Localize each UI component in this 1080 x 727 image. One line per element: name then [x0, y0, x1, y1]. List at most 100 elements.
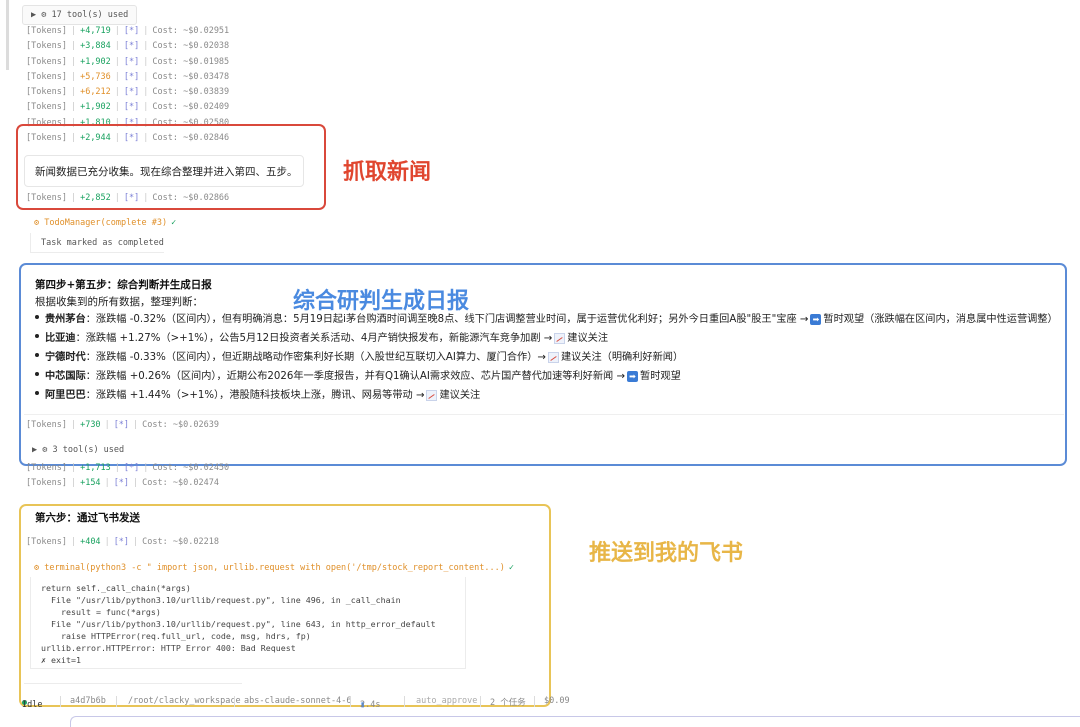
- token-usage-row: [Tokens] | +4,719 | [*] | Cost: ~$0.02951: [26, 26, 229, 37]
- token-cost: Cost: ~$0.02474: [142, 478, 219, 488]
- token-delta: +730: [80, 420, 101, 430]
- status-label: Idle: [22, 700, 43, 710]
- gear-icon: ⚙: [34, 218, 40, 228]
- divider: [480, 696, 481, 707]
- annotation-feishu: 推送到我的飞书: [589, 541, 744, 566]
- separator: |: [104, 478, 110, 488]
- analysis-list: 贵州茅台：涨跌幅 -0.32%（区间内），但有明确消息：5月19日起i茅台购酒时…: [35, 313, 1058, 408]
- chart-up-icon: [554, 332, 566, 344]
- token-star: [*]: [123, 463, 140, 473]
- terminal-line: ✗ exit=1: [41, 655, 81, 665]
- terminal-output: return self._call_chain(*args) File "/us…: [30, 577, 466, 669]
- bullet-icon: [35, 353, 39, 357]
- token-delta: +1,902: [80, 102, 111, 112]
- token-usage-row: [Tokens] | +1,902 | [*] | Cost: ~$0.01985: [26, 57, 229, 68]
- tools-used-label-2: 3 tool(s) used: [52, 445, 125, 455]
- stock-advice: 建议关注（明确利好新闻）: [560, 352, 684, 363]
- token-usage-row: [Tokens] | +1,713 | [*] | Cost: ~$0.02450: [26, 463, 229, 474]
- stock-name: 宁德时代: [45, 352, 86, 363]
- play-icon: ▶: [31, 10, 37, 20]
- token-star: [*]: [113, 420, 130, 430]
- tools-used-toggle-2[interactable]: ▶ ⚙ 3 tool(s) used: [24, 441, 132, 459]
- stock-analysis-text: ：涨跌幅 -0.32%（区间内），但有明确消息：5月19日起i茅台购酒时间调至晚…: [85, 314, 809, 325]
- token-cost: Cost: ~$0.01985: [152, 57, 230, 67]
- status-bar: Idle a4d7b6b /root/clacky_workspace abs-…: [22, 696, 570, 710]
- token-cost: Cost: ~$0.03478: [152, 72, 230, 82]
- token-delta: +154: [80, 478, 101, 488]
- terminal-line: File "/usr/lib/python3.10/urllib/request…: [41, 595, 401, 605]
- model-name: abs-claude-sonnet-4-6: [244, 696, 352, 706]
- divider: [60, 696, 61, 707]
- step6-title: 第六步：通过飞书发送: [35, 512, 140, 524]
- token-star: [*]: [123, 26, 140, 36]
- token-star: [*]: [123, 72, 140, 82]
- terminal-line: result = func(*args): [41, 607, 161, 617]
- token-cost: Cost: ~$0.02409: [152, 102, 230, 112]
- play-icon: ▶: [32, 445, 38, 455]
- token-usage-row: [Tokens] | +1,902 | [*] | Cost: ~$0.02409: [26, 102, 229, 113]
- token-label: [Tokens]: [26, 463, 67, 473]
- separator: |: [114, 26, 120, 36]
- todo-result: Task marked as completed: [30, 233, 164, 253]
- annotation-analysis: 综合研判生成日报: [293, 289, 470, 314]
- task-count[interactable]: 2 个任务: [490, 696, 526, 708]
- token-usage-row: [Tokens] | +3,884 | [*] | Cost: ~$0.02038: [26, 41, 229, 52]
- terminal-line: urllib.error.HTTPError: HTTP Error 400: …: [41, 643, 296, 653]
- divider: [116, 696, 117, 707]
- approve-mode[interactable]: auto_approve: [416, 696, 477, 706]
- token-star: [*]: [123, 57, 140, 67]
- analysis-item: 宁德时代：涨跌幅 -0.33%（区间内），但近期战略动作密集利好长期（入股世纪互…: [35, 351, 1058, 370]
- separator: |: [104, 420, 110, 430]
- separator: |: [70, 87, 77, 97]
- token-label: [Tokens]: [26, 41, 67, 51]
- divider: [24, 414, 1064, 415]
- separator: |: [143, 41, 149, 51]
- todo-header-label: TodoManager(complete #3): [44, 218, 168, 228]
- separator: |: [70, 102, 77, 112]
- separator: |: [133, 478, 139, 488]
- token-label: [Tokens]: [26, 478, 67, 488]
- stock-analysis-text: ：涨跌幅 -0.33%（区间内），但近期战略动作密集利好长期（入股世纪互联切入A…: [85, 352, 546, 363]
- gear-icon: ⚙: [42, 445, 48, 455]
- analysis-title: 第四步+第五步：综合判断并生成日报: [35, 279, 212, 291]
- token-label: [Tokens]: [26, 420, 67, 430]
- scroll-gutter: [6, 0, 9, 70]
- terminal-command: terminal(python3 -c " import json, urlli…: [44, 563, 505, 573]
- bullet-icon: [35, 334, 39, 338]
- separator: |: [143, 57, 149, 67]
- separator: |: [114, 87, 120, 97]
- gear-icon: ⚙: [34, 563, 40, 573]
- divider: [534, 696, 535, 707]
- token-star: [*]: [123, 41, 140, 51]
- bullet-icon: [35, 372, 39, 376]
- token-delta: +3,884: [80, 41, 111, 51]
- token-label: [Tokens]: [26, 537, 67, 547]
- annotation-news: 抓取新闻: [343, 160, 432, 185]
- separator: |: [114, 41, 120, 51]
- stock-analysis-text: ：涨跌幅 +1.27%（>+1%），公告5月12日投资者关系活动、4月产销快报发…: [75, 333, 553, 344]
- separator: |: [143, 26, 149, 36]
- tools-used-toggle[interactable]: ▶ ⚙ 17 tool(s) used: [22, 5, 138, 25]
- separator: |: [143, 463, 149, 473]
- token-delta: +4,719: [80, 26, 111, 36]
- token-star: [*]: [113, 537, 130, 547]
- chat-input[interactable]: [70, 716, 1080, 727]
- token-cost: Cost: ~$0.02218: [142, 537, 219, 547]
- stock-advice: 暂时观望: [640, 371, 681, 382]
- token-cost: Cost: ~$0.02450: [152, 463, 230, 473]
- bullet-icon: [35, 315, 39, 319]
- bullet-icon: [35, 391, 39, 395]
- analysis-item: 中芯国际：涨跌幅 +0.26%（区间内），近期公布2026年一季度报告，并有Q1…: [35, 370, 1058, 389]
- chart-up-icon: [426, 389, 438, 401]
- token-cost: Cost: ~$0.02639: [142, 420, 219, 430]
- stock-name: 阿里巴巴: [45, 390, 86, 401]
- separator: |: [70, 41, 77, 51]
- divider: [234, 696, 235, 707]
- token-delta: +1,713: [80, 463, 111, 473]
- tools-used-label: 17 tool(s) used: [51, 10, 129, 20]
- token-cost: Cost: ~$0.02038: [152, 41, 230, 51]
- terminal-line: raise HTTPError(req.full_url, code, msg,…: [41, 631, 311, 641]
- token-label: [Tokens]: [26, 87, 67, 97]
- stock-advice: 建议关注: [567, 333, 609, 344]
- todo-manager-header: ⚙ TodoManager(complete #3) ✓: [34, 218, 176, 228]
